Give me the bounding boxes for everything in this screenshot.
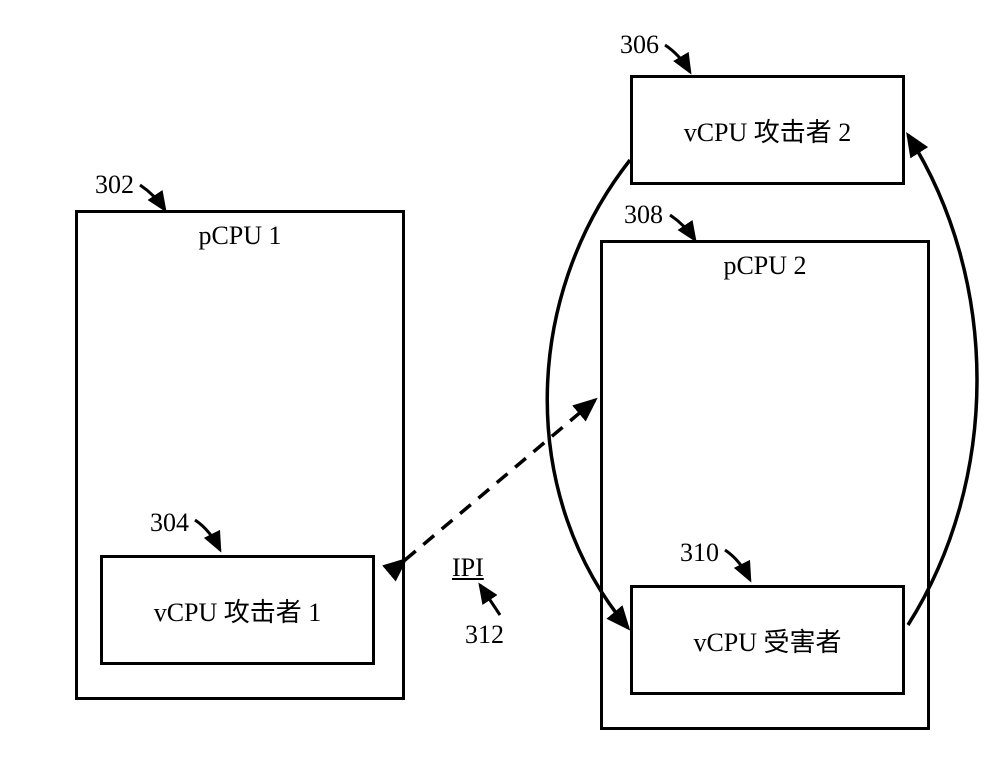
- vcpu-attacker2-box: vCPU 攻击者 2: [630, 75, 905, 185]
- arrow-308: [670, 215, 695, 240]
- arrow-302: [140, 185, 165, 210]
- vcpu-attacker1-label: vCPU 攻击者 1: [154, 592, 322, 629]
- ref-310: 310: [680, 538, 719, 568]
- arrow-312: [480, 585, 500, 615]
- ref-306: 306: [620, 30, 659, 60]
- vcpu-attacker1-box: vCPU 攻击者 1: [100, 555, 375, 665]
- ref-302: 302: [95, 170, 134, 200]
- ipi-label: IPI: [452, 553, 484, 583]
- diagram-container: pCPU 1 vCPU 攻击者 1 vCPU 攻击者 2 pCPU 2 vCPU…: [0, 0, 1000, 772]
- pcpu2-title: pCPU 2: [603, 251, 927, 281]
- vcpu-attacker2-label: vCPU 攻击者 2: [684, 112, 852, 149]
- arrow-306: [665, 45, 690, 72]
- vcpu-victim-label: vCPU 受害者: [693, 622, 841, 659]
- vcpu-victim-box: vCPU 受害者: [630, 585, 905, 695]
- ref-312: 312: [465, 620, 504, 650]
- ref-304: 304: [150, 508, 189, 538]
- ipi-dashed-line: [405, 400, 595, 560]
- pcpu1-title: pCPU 1: [78, 221, 402, 251]
- ref-308: 308: [624, 200, 663, 230]
